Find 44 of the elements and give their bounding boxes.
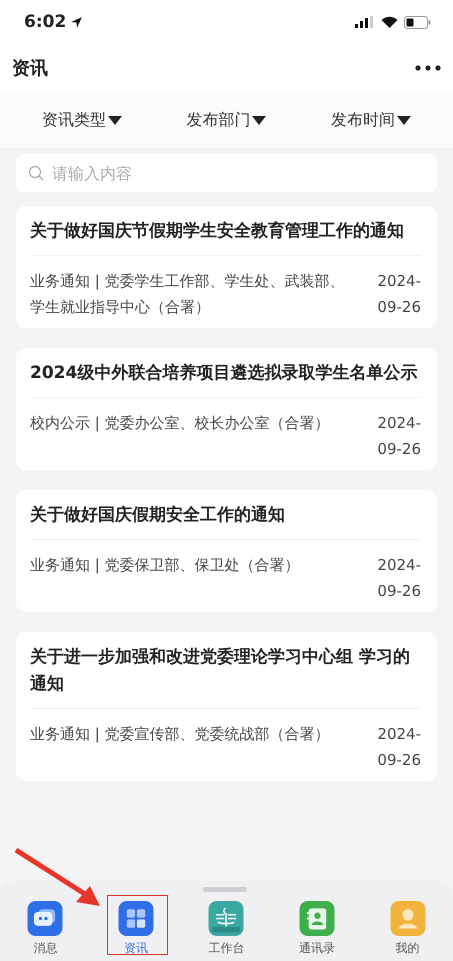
- news-date: 2024-09-26: [376, 724, 421, 771]
- filter-dropdown[interactable]: 发布部门: [182, 106, 270, 134]
- news-source: 业务通知 | 党委学生工作部、学生处、武装部、学生就业指导中心（合署）: [30, 271, 346, 318]
- news-source: 业务通知 | 党委保卫部、保卫处（合署）: [30, 555, 301, 576]
- search-icon: [28, 165, 44, 181]
- caret-icon: [108, 116, 122, 124]
- tab-item[interactable]: 通讯录: [282, 897, 352, 961]
- news-card[interactable]: 2024级中外联合培养项目遴选拟录取学生名单公示 校内公示 | 党委办公室、校长办公室（合署） 2024-09-26: [16, 348, 437, 470]
- news-title: 2024级中外联合培养项目遴选拟录取学生名单公示: [30, 360, 421, 398]
- grid-icon: [116, 901, 155, 936]
- highlight-frame: [107, 895, 168, 955]
- filter-dropdown[interactable]: 资讯类型: [38, 106, 126, 134]
- news-card[interactable]: 关于进一步加强和改进党委理论学习中心组 学习的通知 业务通知 | 党委宣传部、党委统战部（合署） 2024-09-26: [16, 632, 437, 781]
- battery-icon: [404, 16, 431, 28]
- search-input[interactable]: 请输入内容: [50, 162, 425, 184]
- caret-icon: [252, 116, 266, 124]
- filter-dropdown[interactable]: 发布时间: [326, 106, 415, 134]
- contacts-icon: [298, 901, 336, 936]
- page-title: 资讯: [12, 57, 48, 80]
- news-date: 2024-09-26: [376, 555, 421, 602]
- location-icon: [70, 16, 84, 28]
- news-title: 关于做好国庆假期安全工作的通知: [30, 502, 421, 540]
- tab-item[interactable]: 我的: [372, 897, 443, 961]
- news-card[interactable]: 关于做好国庆节假期学生安全教育管理工作的通知 业务通知 | 党委学生工作部、学生处、武装部、学生就业指导中心（合署） 2024-09-26: [16, 206, 437, 328]
- wifi-icon: [381, 16, 398, 28]
- tab-item[interactable]: 工作台: [191, 897, 262, 961]
- news-card[interactable]: 关于做好国庆假期安全工作的通知 业务通知 | 党委保卫部、保卫处（合署） 2024-09-26: [16, 490, 437, 612]
- search-field[interactable]: 请输入内容: [16, 154, 437, 192]
- news-source: 业务通知 | 党委宣传部、党委统战部（合署）: [30, 724, 331, 745]
- tab-item[interactable]: 消息: [10, 897, 80, 961]
- signal-icon: [355, 16, 375, 28]
- caret-icon: [396, 116, 411, 124]
- bird-logo-icon: [207, 901, 246, 936]
- chat-icon: [26, 901, 64, 936]
- drag-handle[interactable]: [203, 887, 247, 892]
- tab-item[interactable]: 资讯: [100, 897, 171, 961]
- news-date: 2024-09-26: [376, 271, 421, 318]
- status-time: 6:02: [24, 12, 84, 32]
- news-date: 2024-09-26: [376, 413, 421, 460]
- more-icon[interactable]: [415, 65, 441, 71]
- profile-icon: [388, 901, 427, 936]
- news-title: 关于做好国庆节假期学生安全教育管理工作的通知: [30, 218, 421, 256]
- news-title: 关于进一步加强和改进党委理论学习中心组 学习的通知: [30, 644, 421, 709]
- news-source: 校内公示 | 党委办公室、校长办公室（合署）: [30, 413, 331, 434]
